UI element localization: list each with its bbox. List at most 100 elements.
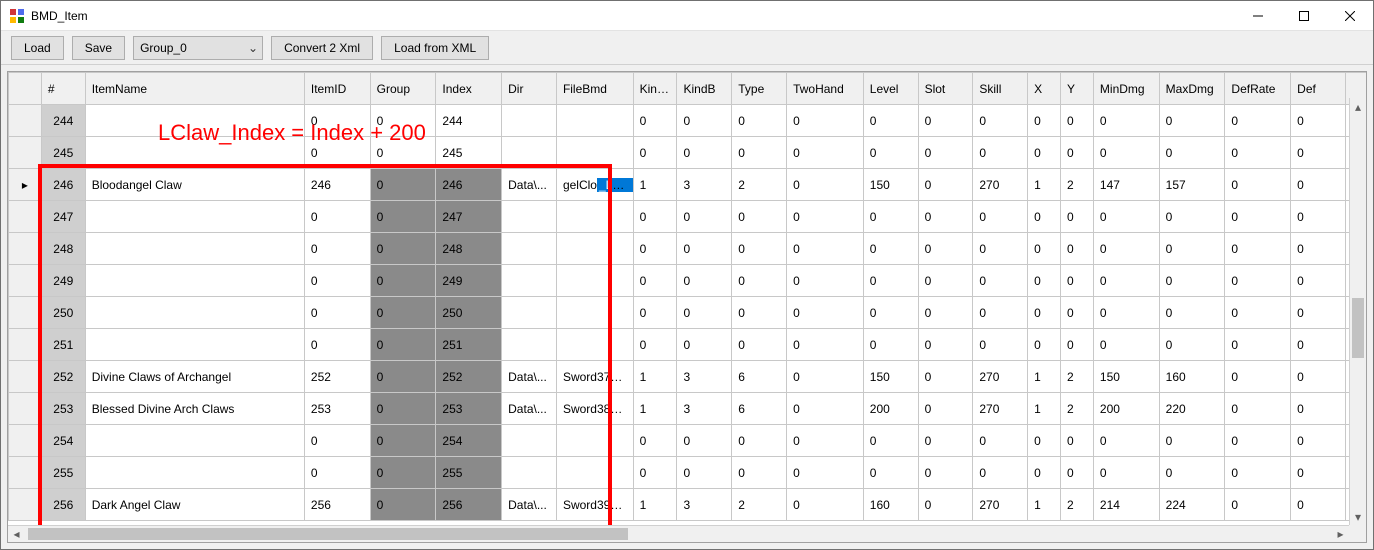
cell-DefRate[interactable]: 0 xyxy=(1225,265,1291,297)
cell-Group[interactable]: 0 xyxy=(370,457,436,489)
cell-TwoHand[interactable]: 0 xyxy=(787,329,864,361)
cell-KindA[interactable]: 1 xyxy=(633,169,677,201)
cell-ItemName[interactable]: Divine Claws of Archangel xyxy=(85,361,304,393)
cell-Level[interactable]: 0 xyxy=(863,265,918,297)
cell-Group[interactable]: 0 xyxy=(370,105,436,137)
cell-Skill[interactable]: 0 xyxy=(973,425,1028,457)
cell-ItemName[interactable] xyxy=(85,425,304,457)
cell-#[interactable]: 249 xyxy=(41,265,85,297)
cell-X[interactable]: 0 xyxy=(1028,329,1061,361)
cell-Skill[interactable]: 270 xyxy=(973,489,1028,521)
cell-ItemName[interactable]: Blessed Divine Arch Claws xyxy=(85,393,304,425)
cell-KindA[interactable]: 1 xyxy=(633,489,677,521)
cell-Slot[interactable]: 0 xyxy=(918,425,973,457)
cell-Index[interactable]: 245 xyxy=(436,137,502,169)
cell-Y[interactable]: 0 xyxy=(1061,297,1094,329)
cell-Group[interactable]: 0 xyxy=(370,425,436,457)
cell-Slot[interactable]: 0 xyxy=(918,489,973,521)
cell-KindB[interactable]: 0 xyxy=(677,297,732,329)
col-header-Index[interactable]: Index xyxy=(436,73,502,105)
cell-FileBmd[interactable]: Sword38_... xyxy=(556,393,633,425)
cell-Index[interactable]: 252 xyxy=(436,361,502,393)
cell-Skill[interactable]: 0 xyxy=(973,201,1028,233)
horizontal-scrollbar[interactable]: ◂ ▸ xyxy=(8,525,1349,542)
vertical-scrollbar[interactable]: ▴ ▾ xyxy=(1349,98,1366,525)
cell-KindB[interactable]: 0 xyxy=(677,457,732,489)
save-button[interactable]: Save xyxy=(72,36,125,60)
cell-KindA[interactable]: 0 xyxy=(633,233,677,265)
cell-Group[interactable]: 0 xyxy=(370,201,436,233)
load-button[interactable]: Load xyxy=(11,36,64,60)
cell-KindA[interactable]: 0 xyxy=(633,265,677,297)
cell-Skill[interactable]: 0 xyxy=(973,105,1028,137)
cell-TwoHand[interactable]: 0 xyxy=(787,489,864,521)
table-row[interactable]: ▸246Bloodangel Claw2460246Data\...gelClo… xyxy=(9,169,1367,201)
cell-ItemID[interactable]: 0 xyxy=(304,457,370,489)
col-header-FileBmd[interactable]: FileBmd xyxy=(556,73,633,105)
cell-#[interactable]: 251 xyxy=(41,329,85,361)
cell-ItemID[interactable]: 0 xyxy=(304,425,370,457)
cell-Slot[interactable]: 0 xyxy=(918,201,973,233)
cell-TwoHand[interactable]: 0 xyxy=(787,297,864,329)
cell-KindB[interactable]: 0 xyxy=(677,201,732,233)
cell-X[interactable]: 1 xyxy=(1028,169,1061,201)
cell-Group[interactable]: 0 xyxy=(370,329,436,361)
cell-ItemName[interactable] xyxy=(85,457,304,489)
cell-KindB[interactable]: 3 xyxy=(677,169,732,201)
cell-Def[interactable]: 0 xyxy=(1291,457,1346,489)
cell-MinDmg[interactable]: 0 xyxy=(1093,425,1159,457)
cell-TwoHand[interactable]: 0 xyxy=(787,457,864,489)
cell-Type[interactable]: 0 xyxy=(732,329,787,361)
cell-MaxDmg[interactable]: 0 xyxy=(1159,329,1225,361)
minimize-button[interactable] xyxy=(1235,1,1281,30)
cell-#[interactable]: 247 xyxy=(41,201,85,233)
cell-#[interactable]: 248 xyxy=(41,233,85,265)
cell-Y[interactable]: 0 xyxy=(1061,201,1094,233)
cell-MaxDmg[interactable]: 157 xyxy=(1159,169,1225,201)
cell-Dir[interactable]: Data\... xyxy=(502,169,557,201)
col-header-MaxDmg[interactable]: MaxDmg xyxy=(1159,73,1225,105)
cell-KindB[interactable]: 0 xyxy=(677,425,732,457)
cell-MaxDmg[interactable]: 0 xyxy=(1159,201,1225,233)
row-pointer[interactable] xyxy=(9,233,42,265)
cell-KindA[interactable]: 0 xyxy=(633,425,677,457)
row-pointer[interactable]: ▸ xyxy=(9,169,42,201)
cell-MinDmg[interactable]: 0 xyxy=(1093,297,1159,329)
cell-TwoHand[interactable]: 0 xyxy=(787,233,864,265)
cell-Skill[interactable]: 0 xyxy=(973,137,1028,169)
vscroll-thumb[interactable] xyxy=(1352,298,1364,358)
table-row[interactable]: 2540025400000000000000 xyxy=(9,425,1367,457)
cell-Slot[interactable]: 0 xyxy=(918,105,973,137)
cell-Group[interactable]: 0 xyxy=(370,169,436,201)
cell-Dir[interactable] xyxy=(502,265,557,297)
table-row[interactable]: 2500025000000000000000 xyxy=(9,297,1367,329)
cell-Def[interactable]: 0 xyxy=(1291,233,1346,265)
cell-Y[interactable]: 0 xyxy=(1061,233,1094,265)
table-row[interactable]: 2510025100000000000000 xyxy=(9,329,1367,361)
cell-Level[interactable]: 0 xyxy=(863,201,918,233)
cell-Y[interactable]: 2 xyxy=(1061,169,1094,201)
cell-ItemID[interactable]: 0 xyxy=(304,137,370,169)
cell-Type[interactable]: 6 xyxy=(732,361,787,393)
cell-X[interactable]: 0 xyxy=(1028,105,1061,137)
cell-ItemID[interactable]: 0 xyxy=(304,329,370,361)
cell-#[interactable]: 252 xyxy=(41,361,85,393)
col-header-TwoHand[interactable]: TwoHand xyxy=(787,73,864,105)
cell-Def[interactable]: 0 xyxy=(1291,361,1346,393)
cell-Type[interactable]: 0 xyxy=(732,265,787,297)
cell-Type[interactable]: 0 xyxy=(732,425,787,457)
col-header-Group[interactable]: Group xyxy=(370,73,436,105)
cell-MinDmg[interactable]: 0 xyxy=(1093,201,1159,233)
cell-MaxDmg[interactable]: 0 xyxy=(1159,137,1225,169)
col-header-Type[interactable]: Type xyxy=(732,73,787,105)
cell-ItemName[interactable] xyxy=(85,297,304,329)
cell-X[interactable]: 1 xyxy=(1028,489,1061,521)
close-button[interactable] xyxy=(1327,1,1373,30)
row-pointer[interactable] xyxy=(9,201,42,233)
cell-Level[interactable]: 150 xyxy=(863,169,918,201)
cell-Index[interactable]: 248 xyxy=(436,233,502,265)
cell-Y[interactable]: 2 xyxy=(1061,361,1094,393)
cell-Slot[interactable]: 0 xyxy=(918,457,973,489)
col-header-Def[interactable]: Def xyxy=(1291,73,1346,105)
row-pointer[interactable] xyxy=(9,489,42,521)
